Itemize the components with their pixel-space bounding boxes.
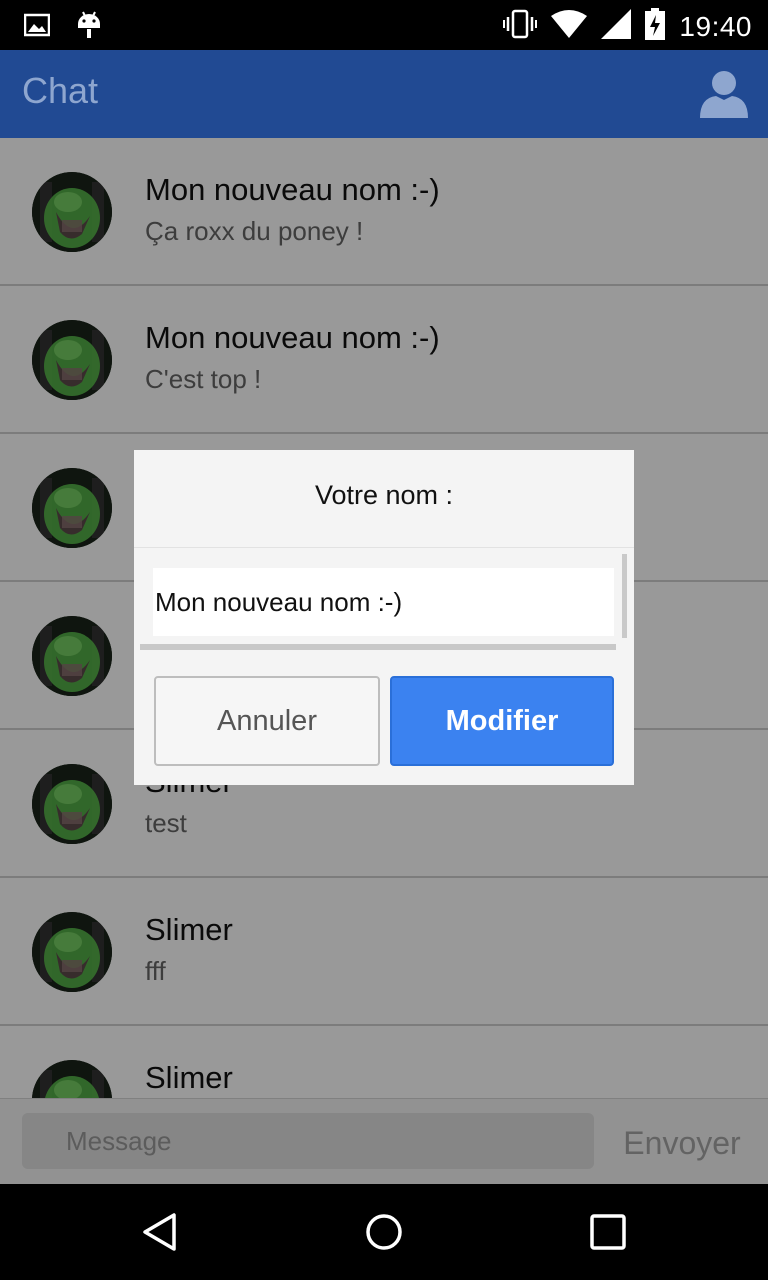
recents-button[interactable] [588, 1212, 628, 1252]
name-input[interactable] [153, 568, 614, 636]
rename-dialog: Votre nom : Annuler Modifier [134, 450, 634, 785]
home-icon [366, 1214, 402, 1250]
input-underline [140, 644, 616, 650]
dialog-divider [134, 547, 634, 548]
cancel-button[interactable]: Annuler [154, 676, 380, 766]
status-bar: 19:40 [0, 0, 768, 50]
input-scrollbar[interactable] [622, 554, 627, 638]
back-icon [143, 1213, 176, 1251]
signal-icon [601, 9, 632, 44]
vibrate-icon [503, 9, 538, 44]
back-button[interactable] [140, 1212, 180, 1252]
app-title: Chat [22, 70, 99, 111]
user-icon [700, 71, 748, 118]
android-icon [76, 10, 102, 45]
status-time: 19:40 [679, 10, 752, 42]
profile-button[interactable] [698, 68, 750, 120]
recents-icon [590, 1214, 626, 1250]
image-icon [23, 13, 51, 42]
battery-charging-icon [645, 8, 666, 45]
app-bar: Chat [0, 50, 768, 138]
dialog-title: Votre nom : [314, 480, 454, 510]
wifi-icon [551, 10, 588, 43]
modify-button[interactable]: Modifier [390, 676, 614, 766]
home-button[interactable] [364, 1212, 404, 1252]
navigation-bar [0, 1184, 768, 1280]
